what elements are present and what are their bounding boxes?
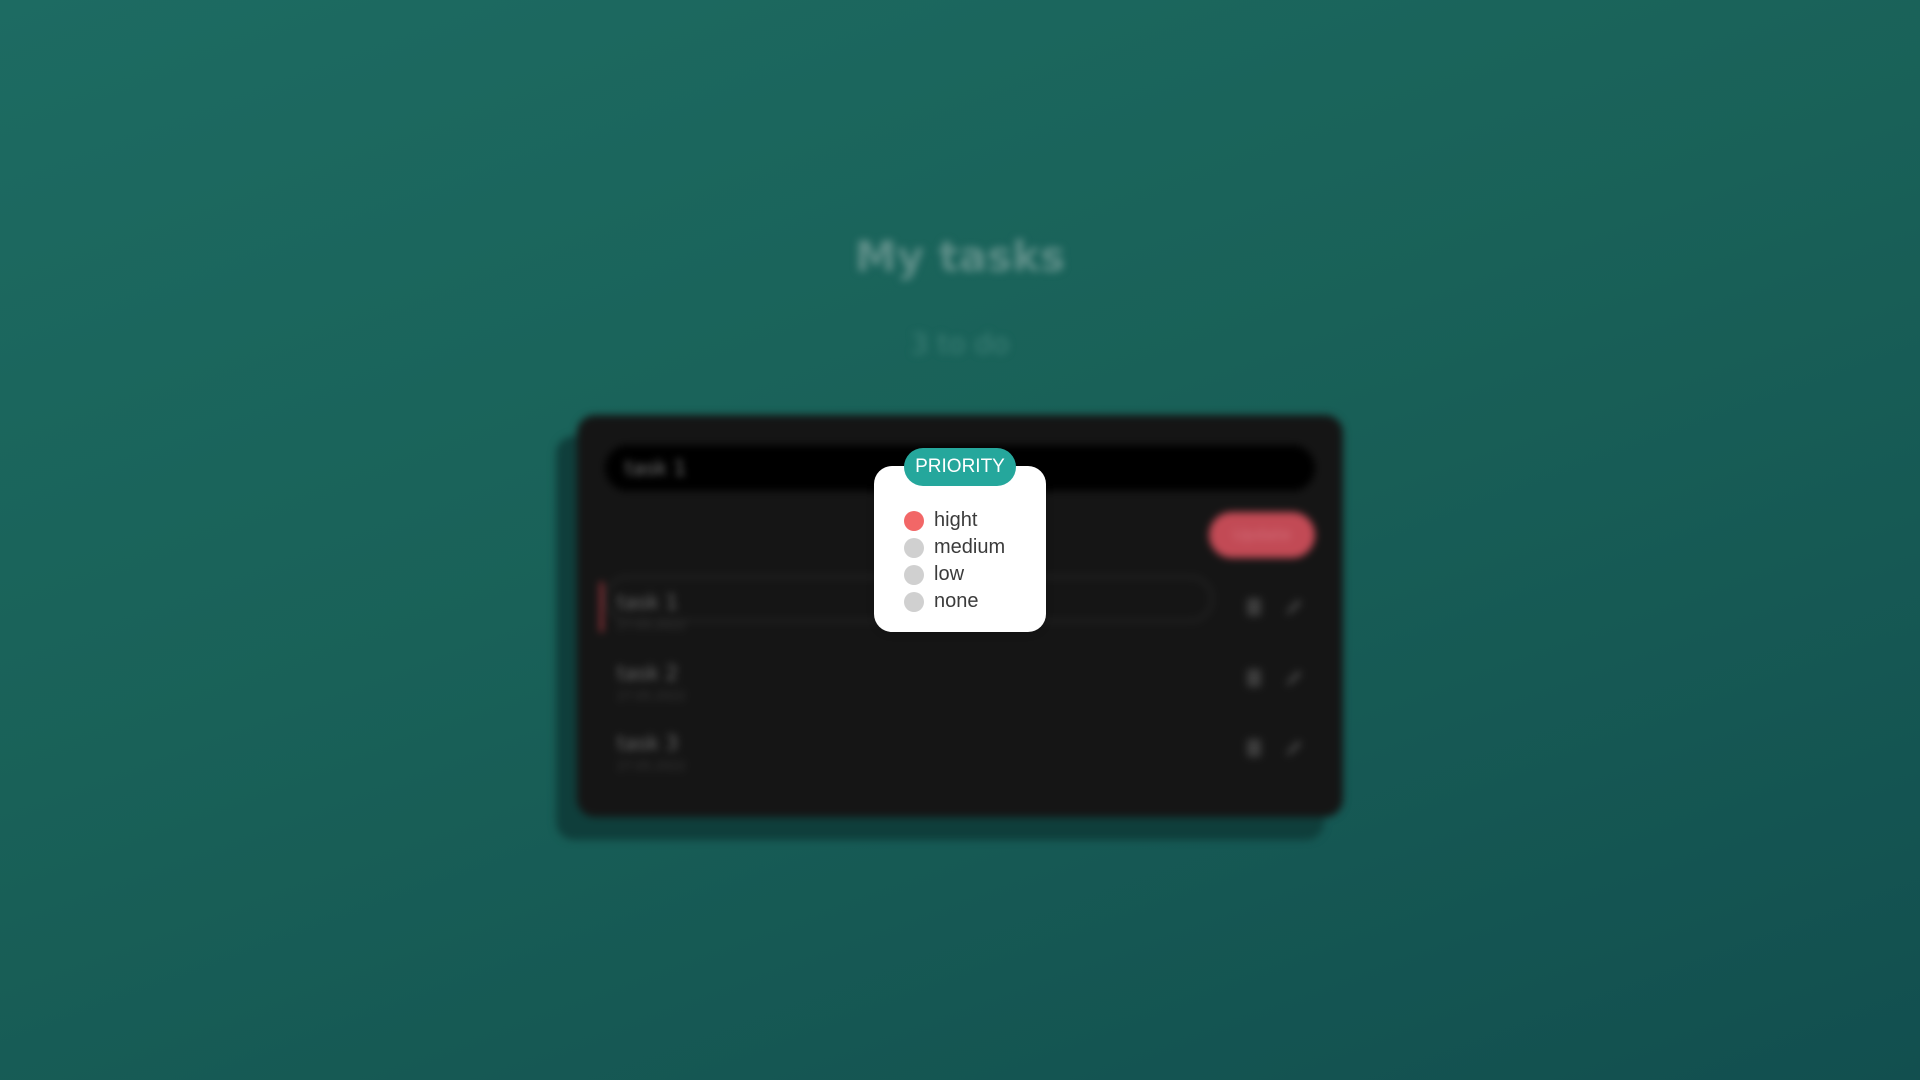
task-actions <box>1247 596 1317 620</box>
priority-popup-title: PRIORITY <box>904 448 1016 486</box>
pencil-icon[interactable] <box>1283 596 1305 618</box>
priority-option-label: hight <box>934 509 978 531</box>
priority-popup: hight medium low none <box>874 466 1046 632</box>
priority-option-none[interactable]: none <box>904 588 1034 615</box>
radio-dot-icon <box>904 511 924 531</box>
task-actions <box>1247 737 1317 761</box>
priority-option-hight[interactable]: hight <box>904 507 1034 534</box>
radio-dot-icon <box>904 538 924 558</box>
priority-option-label: none <box>934 590 979 612</box>
radio-dot-icon <box>904 565 924 585</box>
task-row[interactable]: task 3 27.05.2022 <box>605 717 1315 775</box>
trash-icon[interactable] <box>1247 739 1261 757</box>
task-date: 27.05.2022 <box>617 759 686 773</box>
priority-option-label: low <box>934 563 965 585</box>
task-name: task 1 <box>617 590 679 614</box>
trash-icon[interactable] <box>1247 598 1261 616</box>
task-name: task 3 <box>617 731 679 755</box>
pencil-icon[interactable] <box>1283 737 1305 759</box>
radio-dot-icon <box>904 592 924 612</box>
task-date: 27.05.2022 <box>617 618 686 632</box>
update-button[interactable]: Update <box>1209 512 1315 558</box>
priority-indicator <box>600 582 603 632</box>
priority-option-label: medium <box>934 536 1006 558</box>
task-date: 27.05.2022 <box>617 689 686 703</box>
pencil-icon[interactable] <box>1283 667 1305 689</box>
task-name: task 2 <box>617 661 679 685</box>
task-actions <box>1247 667 1317 691</box>
task-row[interactable]: task 2 27.05.2022 <box>605 647 1315 705</box>
task-count: 3 to do <box>910 327 1010 360</box>
trash-icon[interactable] <box>1247 669 1261 687</box>
priority-option-medium[interactable]: medium <box>904 534 1034 561</box>
priority-option-low[interactable]: low <box>904 561 1034 588</box>
page-title: My tasks <box>854 232 1066 281</box>
